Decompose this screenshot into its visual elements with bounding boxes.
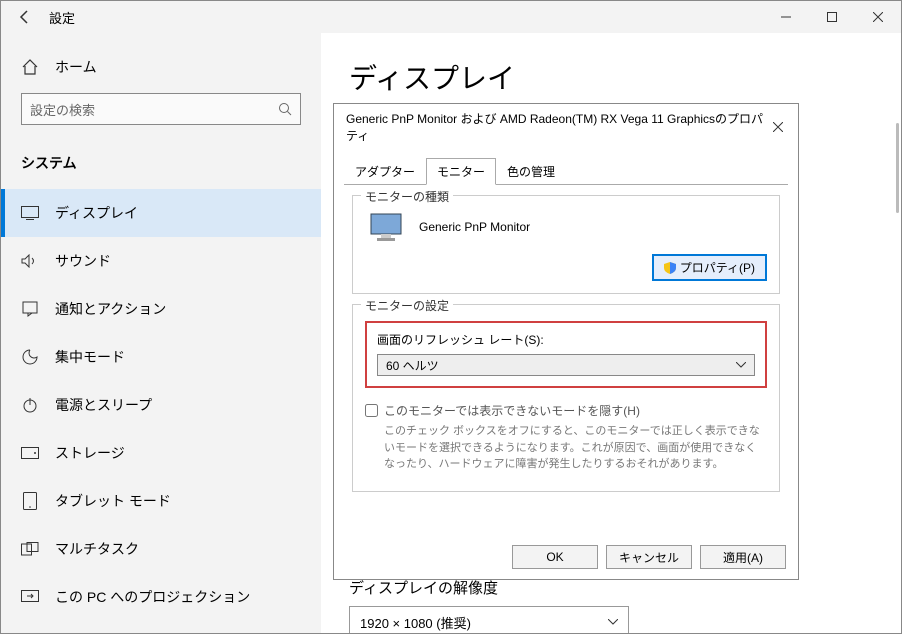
sidebar-item-label: 電源とスリープ [55,395,152,415]
refresh-rate-value: 60 ヘルツ [386,357,439,374]
titlebar: 設定 [1,1,901,33]
sidebar: ホーム 設定の検索 システム ディスプレイ サウンド 通知とアクション [1,33,321,633]
sidebar-item-notifications[interactable]: 通知とアクション [1,285,321,333]
sidebar-item-power[interactable]: 電源とスリープ [1,381,321,429]
close-button[interactable] [855,1,901,33]
sidebar-item-sound[interactable]: サウンド [1,237,321,285]
sidebar-item-label: マルチタスク [55,539,139,559]
home-nav[interactable]: ホーム [1,49,321,93]
tab-color[interactable]: 色の管理 [496,158,566,185]
multitask-icon [21,540,39,558]
dialog-title: Generic PnP Monitor および AMD Radeon(TM) R… [346,110,769,144]
properties-button[interactable]: プロパティ(P) [652,254,767,281]
home-label: ホーム [55,57,97,77]
page-title: ディスプレイ [349,57,873,97]
projection-icon [21,588,39,606]
resolution-value: 1920 × 1080 (推奨) [360,613,471,632]
back-button[interactable] [13,5,37,29]
refresh-rate-select[interactable]: 60 ヘルツ [377,354,755,376]
search-icon [278,102,292,116]
ok-button[interactable]: OK [512,545,598,569]
category-label: システム [1,145,321,189]
home-icon [21,58,39,76]
sidebar-item-label: タブレット モード [55,491,171,511]
storage-icon [21,444,39,462]
hide-modes-label: このモニターでは表示できないモードを隠す(H) [384,402,767,419]
scrollbar[interactable] [896,123,899,213]
resolution-heading: ディスプレイの解像度 [349,577,873,598]
monitor-name: Generic PnP Monitor [419,220,530,234]
monitor-properties-dialog: Generic PnP Monitor および AMD Radeon(TM) R… [333,103,799,580]
refresh-rate-label: 画面のリフレッシュ レート(S): [377,331,755,348]
chevron-down-icon [608,619,618,625]
chevron-down-icon [736,362,746,368]
search-input[interactable]: 設定の検索 [21,93,301,125]
focus-icon [21,348,39,366]
monitor-settings-group: モニターの設定 画面のリフレッシュ レート(S): 60 ヘルツ このモニターで… [352,304,780,492]
window-title: 設定 [49,8,763,27]
monitor-type-group: モニターの種類 Generic PnP Monitor プロパティ(P) [352,195,780,294]
monitor-icon [369,212,405,242]
sidebar-item-display[interactable]: ディスプレイ [1,189,321,237]
cancel-button[interactable]: キャンセル [606,545,692,569]
maximize-button[interactable] [809,1,855,33]
sidebar-item-label: 集中モード [55,347,125,367]
sidebar-item-label: この PC へのプロジェクション [55,587,250,607]
apply-button[interactable]: 適用(A) [700,545,786,569]
refresh-rate-highlight: 画面のリフレッシュ レート(S): 60 ヘルツ [365,321,767,388]
resolution-select[interactable]: 1920 × 1080 (推奨) [349,606,629,633]
dialog-close-button[interactable] [769,117,788,137]
display-icon [21,204,39,222]
sidebar-item-focus[interactable]: 集中モード [1,333,321,381]
power-icon [21,396,39,414]
properties-button-label: プロパティ(P) [680,259,755,276]
sidebar-item-multitask[interactable]: マルチタスク [1,525,321,573]
hide-modes-checkbox[interactable] [365,404,378,417]
search-placeholder: 設定の検索 [30,100,95,119]
sidebar-item-label: サウンド [55,251,111,271]
sound-icon [21,252,39,270]
sidebar-item-projection[interactable]: この PC へのプロジェクション [1,573,321,621]
minimize-button[interactable] [763,1,809,33]
group-legend: モニターの種類 [361,188,453,205]
shield-icon [664,262,676,274]
sidebar-item-label: ディスプレイ [55,203,138,223]
group-legend: モニターの設定 [361,297,453,314]
hide-modes-description: このチェック ボックスをオフにすると、このモニターでは正しく表示できないモードを… [384,423,767,473]
tablet-icon [21,492,39,510]
notification-icon [21,300,39,318]
tab-monitor[interactable]: モニター [426,158,496,185]
sidebar-item-storage[interactable]: ストレージ [1,429,321,477]
sidebar-item-label: 通知とアクション [55,299,166,319]
tab-adapter[interactable]: アダプター [344,158,426,185]
sidebar-item-label: ストレージ [55,443,125,463]
sidebar-item-tablet[interactable]: タブレット モード [1,477,321,525]
